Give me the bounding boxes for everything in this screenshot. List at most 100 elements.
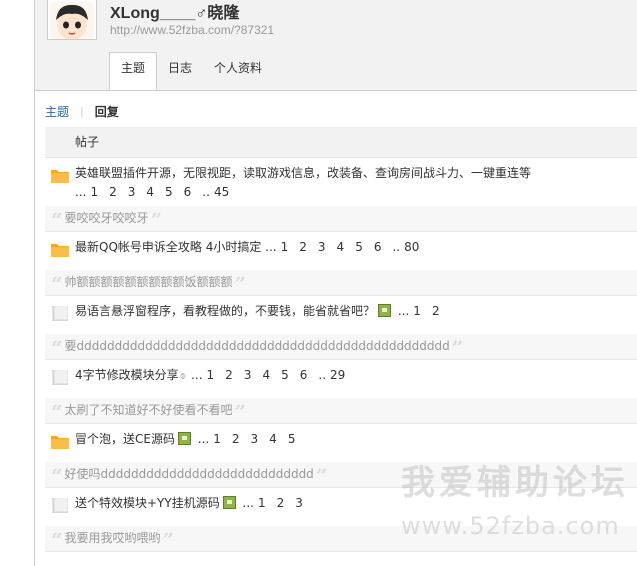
page-link[interactable]: 3 (318, 240, 326, 254)
page-link[interactable]: 29 (330, 368, 345, 382)
reply-text: 要咬咬牙咬咬牙 (64, 211, 149, 225)
quote-open-icon: “ (51, 400, 63, 423)
image-attachment-icon (222, 496, 236, 509)
thread-pagination: ... 1 2 3 4 5 6.. 29 (191, 368, 356, 382)
page-link[interactable]: 2 (277, 496, 285, 510)
tab-topics[interactable]: 主题 (109, 52, 158, 90)
reply-preview[interactable]: “帅额额额额额额额额额饭额额额” (45, 270, 637, 295)
pagination-ellipsis: .. (202, 185, 210, 199)
image-attachment-icon (177, 432, 191, 445)
pagination-ellipsis: ... (265, 240, 277, 254)
folder-icon (51, 434, 69, 449)
thread-pagination: ... 1 2 3 4 5 6.. 45 (75, 185, 240, 199)
folder-icon (51, 242, 69, 257)
page-link[interactable]: 1 (213, 432, 221, 446)
pagination-ellipsis: ... (191, 368, 203, 382)
page-link[interactable]: 6 (374, 240, 382, 254)
image-attachment-icon (378, 304, 392, 317)
quote-close-icon: ” (234, 400, 247, 423)
thread-title-link[interactable]: 易语言悬浮窗程序，看教程做的，不要钱，能省就省吧？ (75, 304, 375, 318)
thread-entry: 冒个泡，送CE源码 ... 1 2 3 4 5 (45, 424, 637, 462)
quote-open-icon: “ (51, 208, 63, 231)
thread-title-link[interactable]: 最新QQ帐号申诉全攻略 4小时搞定 (75, 240, 261, 254)
tab-profile[interactable]: 个人资料 (203, 54, 273, 85)
thread-title-link[interactable]: 英雄联盟插件开源，无限视距，读取游戏信息，改装备、查询房间战斗力、一键重连等 (75, 166, 531, 180)
page-link[interactable]: 80 (404, 240, 419, 254)
pagination-ellipsis: .. (318, 368, 327, 382)
thread-entry: 英雄联盟插件开源，无限视距，读取游戏信息，改装备、查询房间战斗力、一键重连等..… (45, 158, 637, 206)
page-link[interactable]: 1 (281, 240, 289, 254)
page-link[interactable]: 5 (165, 185, 173, 199)
quote-open-icon: “ (51, 528, 63, 551)
user-url[interactable]: http://www.52fzba.com/?87321 (110, 23, 274, 37)
quote-close-icon: ” (150, 208, 163, 231)
page-link[interactable]: 3 (128, 185, 136, 199)
pagination-ellipsis: ... (197, 432, 210, 446)
quote-open-icon: “ (51, 336, 63, 359)
subnav-separator: | (80, 105, 84, 118)
page-link[interactable]: 1 (90, 185, 98, 199)
reply-text: 太刷了不知道好不好使看不看吧 (64, 403, 233, 417)
subnav-replies-link[interactable]: 回复 (95, 103, 119, 120)
reply-preview[interactable]: “要咬咬牙咬咬牙” (45, 206, 637, 231)
thread-pagination: ... 1 2 3 4 5 6.. 80 (265, 240, 430, 254)
thread-pagination: ... 1 2 (398, 304, 451, 318)
page-link[interactable]: 4 (262, 368, 270, 382)
quote-close-icon: ” (451, 336, 464, 359)
pagination-ellipsis: .. (392, 240, 401, 254)
page-link[interactable]: 2 (299, 240, 307, 254)
sub-navigation: 主题 | 回复 (45, 103, 119, 120)
folder-icon (51, 168, 69, 183)
thread-title-link[interactable]: 送个特效模块+YY挂机源码 (75, 496, 220, 510)
attachment-icon: ⌽ (179, 369, 187, 382)
thread-entry: 最新QQ帐号申诉全攻略 4小时搞定 ... 1 2 3 4 5 6.. 80 (45, 232, 637, 270)
page-link[interactable]: 45 (214, 185, 229, 199)
page-link[interactable]: 1 (258, 496, 266, 510)
thread-row: 英雄联盟插件开源，无限视距，读取游戏信息，改装备、查询房间战斗力、一键重连等..… (45, 158, 637, 232)
page-link[interactable]: 4 (269, 432, 277, 446)
thread-pagination: ... 1 2 3 4 5 (198, 432, 307, 446)
reply-text: 帅额额额额额额额额额饭额额额 (64, 275, 233, 289)
page-link[interactable]: 4 (337, 240, 345, 254)
reply-text: 我要用我哎哟喂哟 (64, 531, 161, 545)
pagination-ellipsis: ... (242, 496, 254, 510)
subnav-topics-link[interactable]: 主题 (45, 103, 69, 120)
thread-title-link[interactable]: 冒个泡，送CE源码 (75, 432, 175, 446)
page-link[interactable]: 3 (251, 432, 259, 446)
page-link[interactable]: 1 (207, 368, 215, 382)
thread-title-link[interactable]: 4字节修改模块分享 (75, 368, 179, 382)
page-link[interactable]: 3 (244, 368, 252, 382)
reply-preview[interactable]: “好使吗dddddddddddddddddddddddddddd” (45, 462, 637, 487)
reply-preview[interactable]: “我要用我哎哟喂哟” (45, 526, 637, 551)
tab-blog[interactable]: 日志 (157, 54, 203, 85)
quote-close-icon: ” (234, 272, 247, 295)
thread-pagination: ... 1 2 3 (243, 496, 314, 510)
page-link[interactable]: 6 (184, 185, 192, 199)
reply-preview[interactable]: “太刷了不知道好不好使看不看吧” (45, 398, 637, 423)
avatar[interactable] (47, 0, 97, 40)
page-link[interactable]: 1 (413, 304, 421, 318)
thread-row: 易语言悬浮窗程序，看教程做的，不要钱，能省就省吧？ ... 1 2 “要ddddddd… (45, 296, 637, 360)
reply-text: 要ddddddddddddddddddddddddddddddddddddddd… (64, 339, 450, 353)
thread-row: 送个特效模块+YY挂机源码 ... 1 2 3 “我要用我哎哟喂哟” (45, 488, 637, 552)
pagination-ellipsis: ... (75, 185, 87, 199)
page-link[interactable]: 5 (288, 432, 296, 446)
reply-text: 好使吗dddddddddddddddddddddddddddd (64, 467, 314, 481)
page-link[interactable]: 5 (355, 240, 363, 254)
thread-row: 最新QQ帐号申诉全攻略 4小时搞定 ... 1 2 3 4 5 6.. 80 “帅额额额额额额额… (45, 232, 637, 296)
thread-row: 冒个泡，送CE源码 ... 1 2 3 4 5 “好使吗dddddddddddddddddd… (45, 424, 637, 488)
page-link[interactable]: 2 (432, 304, 440, 318)
page-link[interactable]: 5 (281, 368, 289, 382)
profile-header: XLong____♂晓隆 http://www.52fzba.com/?8732… (35, 0, 637, 91)
page-link[interactable]: 6 (300, 368, 308, 382)
quote-open-icon: “ (51, 272, 63, 295)
reply-preview[interactable]: “要dddddddddddddddddddddddddddddddddddddd… (45, 334, 637, 359)
document-icon (51, 305, 69, 322)
username[interactable]: XLong____♂晓隆 (110, 0, 239, 23)
page-link[interactable]: 2 (225, 368, 233, 382)
profile-page: XLong____♂晓隆 http://www.52fzba.com/?8732… (34, 0, 637, 566)
page-link[interactable]: 2 (109, 185, 117, 199)
page-link[interactable]: 4 (146, 185, 154, 199)
page-link[interactable]: 3 (295, 496, 303, 510)
page-link[interactable]: 2 (232, 432, 240, 446)
